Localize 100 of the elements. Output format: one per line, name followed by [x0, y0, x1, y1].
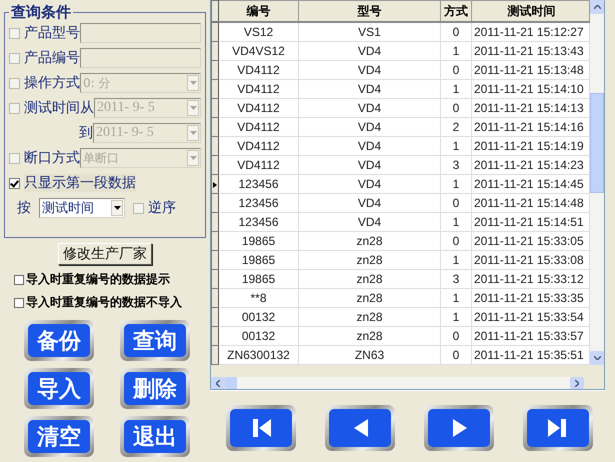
table-cell: zn28 [298, 232, 440, 250]
vertical-scrollbar[interactable] [590, 0, 604, 365]
column-header[interactable]: 型号 [298, 0, 440, 22]
sort-dropdown[interactable]: 测试时间 [39, 198, 125, 218]
action-button[interactable]: 清空 [24, 416, 94, 457]
row-indicator[interactable] [212, 80, 218, 98]
row-indicator[interactable] [212, 42, 218, 60]
scroll-up-icon[interactable] [590, 0, 604, 14]
row-indicator[interactable] [212, 118, 218, 136]
table-cell: 1 [440, 212, 472, 232]
checkbox[interactable] [133, 202, 144, 214]
checkbox-label: 导入时重复编号的数据提示 [26, 271, 170, 288]
table-cell: VS1 [298, 22, 440, 42]
navigation-button[interactable] [523, 405, 593, 451]
table-cell: 2011-11-21 15:14:16 [472, 118, 590, 136]
checkbox[interactable] [9, 178, 20, 188]
table-cell: 19865 [218, 270, 298, 288]
field-label: 测试时间从 [24, 99, 94, 117]
table-cell: 2011-11-21 15:14:13 [472, 98, 590, 118]
action-button[interactable]: 备份 [24, 320, 94, 361]
table-cell: 0 [440, 326, 472, 346]
checkbox[interactable] [14, 274, 24, 284]
field-label: 到 [78, 124, 93, 142]
table-cell: zn28 [298, 250, 440, 270]
scroll-thumb[interactable] [225, 377, 237, 389]
action-button[interactable]: 查询 [120, 320, 190, 361]
field-label: 操作方式 [24, 74, 80, 92]
field-label: 断口方式 [24, 149, 80, 167]
row-indicator[interactable] [212, 22, 218, 42]
table-cell: 2011-11-21 15:14:51 [472, 212, 590, 232]
column-header[interactable]: 测试时间 [472, 0, 590, 22]
table-cell: 3 [440, 156, 472, 174]
table-cell: 2011-11-21 15:33:57 [472, 326, 590, 346]
table-cell: VD4112 [218, 156, 298, 174]
row-indicator[interactable] [212, 98, 218, 118]
table-cell: 2011-11-21 15:14:19 [472, 136, 590, 156]
table-cell: 2011-11-21 15:14:45 [472, 174, 590, 194]
scroll-left-icon[interactable] [211, 377, 225, 389]
row-indicator[interactable] [212, 194, 218, 212]
table-cell: zn28 [298, 308, 440, 326]
table-cell: 0 [440, 232, 472, 250]
navigation-button[interactable] [325, 405, 395, 451]
row-indicator[interactable] [212, 250, 218, 270]
table-cell: 00132 [218, 308, 298, 326]
row-indicator[interactable] [212, 288, 218, 308]
row-indicator[interactable] [212, 308, 218, 326]
table-cell: 1 [440, 308, 472, 326]
navigation-button[interactable] [424, 405, 494, 451]
table-cell: VD4 [298, 80, 440, 98]
table-cell: 0 [440, 60, 472, 80]
row-indicator[interactable] [212, 212, 218, 232]
action-button[interactable]: 导入 [24, 368, 94, 409]
table-cell: 1 [440, 136, 472, 156]
table-cell: 0 [440, 194, 472, 212]
table-cell: zn28 [298, 326, 440, 346]
column-header[interactable]: 方式 [440, 0, 472, 22]
table-cell: VD4112 [218, 98, 298, 118]
table-cell: 1 [440, 42, 472, 60]
table-cell: ZN63 [298, 346, 440, 364]
table-cell: 19865 [218, 232, 298, 250]
field-label: 产品编号 [24, 49, 80, 67]
table-cell: 00132 [218, 326, 298, 346]
table-cell: 123456 [218, 194, 298, 212]
table-cell: 2011-11-21 15:13:43 [472, 42, 590, 60]
row-indicator[interactable] [212, 346, 218, 364]
table-cell: 2011-11-21 15:33:12 [472, 270, 590, 288]
checkbox[interactable] [14, 298, 24, 308]
row-indicator[interactable] [212, 174, 218, 194]
scroll-right-icon[interactable] [570, 377, 584, 389]
table-cell: 2011-11-21 15:33:35 [472, 288, 590, 308]
table-cell: 1 [440, 250, 472, 270]
row-indicator[interactable] [212, 60, 218, 80]
table-cell: 0 [440, 22, 472, 42]
row-indicator[interactable] [212, 270, 218, 288]
row-indicator[interactable] [212, 326, 218, 346]
table-cell: 2 [440, 118, 472, 136]
table-cell: zn28 [298, 270, 440, 288]
scroll-thumb[interactable] [590, 93, 604, 193]
table-cell: VD4VS12 [218, 42, 298, 60]
action-button[interactable]: 删除 [120, 368, 190, 409]
table-cell: 2011-11-21 15:13:48 [472, 60, 590, 80]
column-header[interactable]: 编号 [218, 0, 298, 22]
row-indicator[interactable] [212, 156, 218, 174]
table-cell: 2011-11-21 15:35:51 [472, 346, 590, 364]
action-button[interactable]: 退出 [120, 416, 190, 457]
table-cell: 2011-11-21 15:33:54 [472, 308, 590, 326]
table-cell: VD4 [298, 194, 440, 212]
row-indicator[interactable] [212, 232, 218, 250]
table-cell: 123456 [218, 174, 298, 194]
table-cell: VD4112 [218, 80, 298, 98]
table-cell: VD4 [298, 136, 440, 156]
table-cell: zn28 [298, 288, 440, 308]
navigation-button[interactable] [226, 405, 296, 451]
checkbox-label: 导入时重复编号的数据不导入 [26, 294, 182, 311]
scroll-down-icon[interactable] [590, 351, 604, 365]
horizontal-scrollbar[interactable] [211, 377, 584, 389]
table-cell: 123456 [218, 212, 298, 232]
table-cell: 0 [440, 346, 472, 364]
manufacturer-button[interactable]: 修改生产厂家 [58, 243, 152, 265]
row-indicator[interactable] [212, 136, 218, 156]
